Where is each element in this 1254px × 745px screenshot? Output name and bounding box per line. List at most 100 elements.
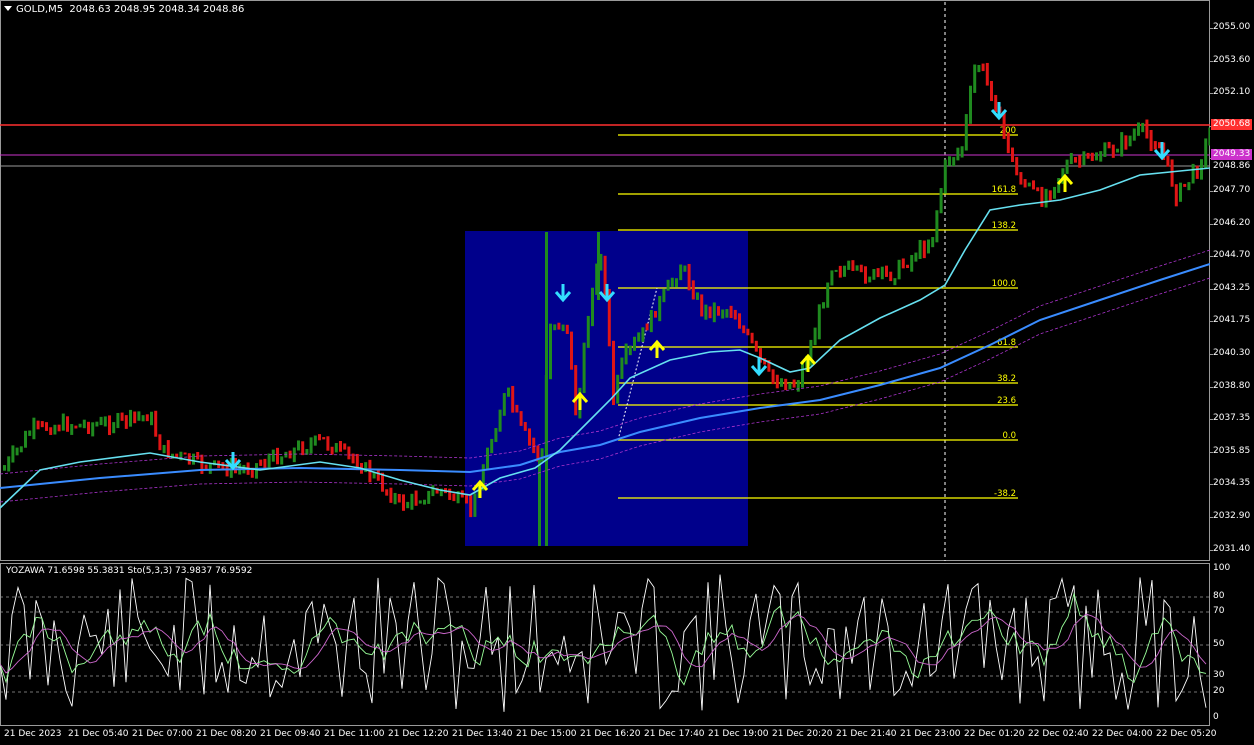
price-bar [297,440,300,451]
price-bar [28,430,32,436]
price-bar [1208,127,1210,146]
price-bar [985,62,989,86]
price-bar [313,435,317,446]
price-bar [376,468,380,481]
price-bar [658,295,662,322]
price-bar [183,452,187,455]
price-bar [662,288,666,303]
price-bar [343,443,347,450]
fib-level-label: 138.2 [992,221,1016,231]
price-bar [813,327,817,346]
price-bar [784,378,788,391]
price-bar [124,415,128,429]
price-bar [192,453,195,465]
price-bar [597,232,600,300]
price-bar [528,428,531,446]
oscillator-levels [0,596,1210,693]
price-bar [267,453,271,470]
price-bar [255,463,258,479]
price-bar [851,260,855,272]
osc-level-label: 100 [1213,563,1231,573]
price-bar [515,404,519,413]
price-bar [57,424,61,432]
price-bar [683,265,687,272]
symbol-label: GOLD,M5 [16,4,64,15]
price-bar [532,437,536,454]
price-bar [960,146,964,158]
price-bar [624,343,628,365]
price-bar [666,279,670,291]
chart-menu-icon[interactable] [4,4,16,15]
price-bar [1048,190,1052,201]
price-tick [1209,419,1213,421]
price-bar [259,459,263,466]
price-bar [822,302,825,309]
price-bar [280,456,284,465]
price-bar [1019,172,1023,185]
price-tick-label: 2055.00 [1213,22,1251,32]
price-bar [838,265,842,278]
time-tick-label: 22 Dec 05:20 [1156,729,1217,739]
price-bar [36,420,40,430]
price-tick [1209,191,1213,192]
price-bar [129,409,132,427]
time-tick-label: 21 Dec 16:20 [580,729,641,739]
time-tick-label: 21 Dec 08:20 [196,729,257,739]
time-tick-label: 22 Dec 04:00 [1092,729,1153,739]
price-bar [792,379,796,388]
price-bar [826,282,830,308]
price-bar [1111,144,1115,158]
price-bar [834,269,838,272]
price-bar [943,159,947,194]
time-tick-label: 22 Dec 02:40 [1028,729,1089,739]
price-bar [885,265,888,277]
price-bar [427,490,431,504]
price-bar [616,374,620,404]
price-bar [196,451,200,460]
time-tick-label: 21 Dec 12:20 [388,729,449,739]
price-bar [70,424,74,435]
price-tick [1209,256,1213,258]
price-bar [964,114,968,151]
price-bar [108,415,111,436]
price-bar [448,488,452,500]
price-tick-label: 2038.80 [1213,380,1251,391]
price-bar [99,416,103,426]
osc-level-label: 80 [1213,591,1225,601]
price-tick [1209,28,1213,29]
price-bar [112,422,116,434]
price-bar [696,292,699,300]
price-chart-canvas[interactable]: 200161.8138.2100.061.838.223.60.0-38.2 [0,0,1210,561]
time-tick-label: 21 Dec 13:40 [452,729,513,739]
price-bar [103,416,107,427]
price-bar [507,387,510,397]
price-bar [402,494,405,511]
price-bar [1145,119,1149,139]
price-bar [162,444,166,454]
price-bar [540,448,544,462]
price-bar [334,443,338,453]
price-bar [1006,132,1010,154]
price-bar [150,411,153,426]
price-bar [725,309,729,318]
price-tick [1209,93,1213,95]
price-bar [855,265,859,271]
price-bar [116,412,120,429]
price-bar [418,500,422,504]
price-bar [511,385,515,413]
price-bar [74,425,78,429]
price-bar [1053,186,1056,199]
price-bar [545,232,548,546]
price-bar [990,80,993,102]
chart-title[interactable]: GOLD,M5 2048.63 2048.95 2048.34 2048.86 [4,4,244,15]
price-bar [292,447,296,463]
price-bar [591,287,594,327]
price-bar [498,409,502,432]
time-tick-label: 21 Dec 15:00 [516,729,577,739]
price-bar [939,188,943,214]
price-bar [872,269,876,280]
price-bar [738,313,741,329]
price-bar [1044,188,1048,208]
price-bar [830,270,834,286]
oscillator-canvas[interactable] [0,563,1210,726]
